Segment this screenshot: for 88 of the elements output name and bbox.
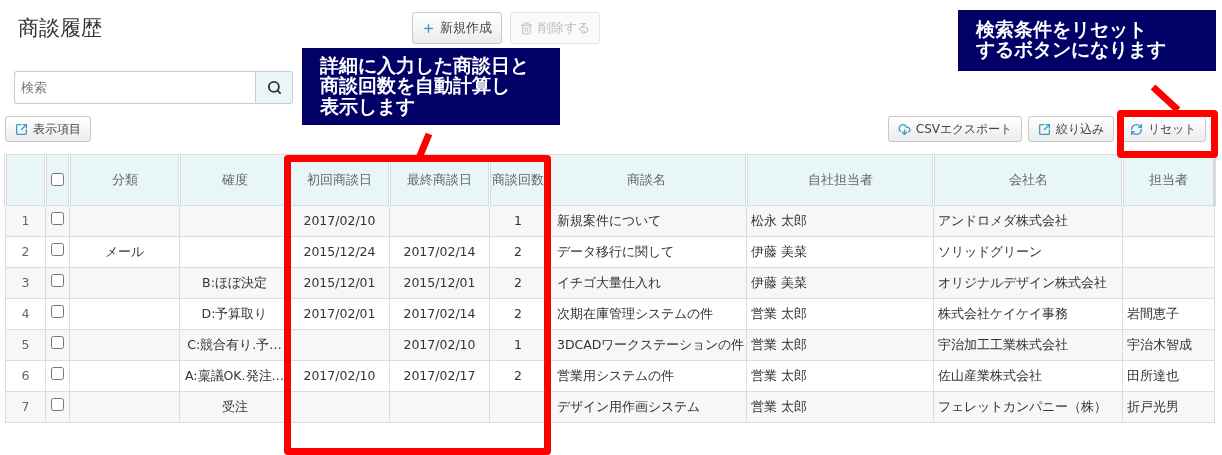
deal-name-cell: 3DCADワークステーションの件 [557,337,745,352]
first-date-cell: 2015/12/01 [303,275,376,290]
column-header[interactable]: 商談名 [546,154,747,206]
row-checkbox[interactable] [51,336,64,349]
certainty-cell: B:ほぼ決定 [202,275,267,290]
staff-name-cell: 営業 太郎 [751,368,807,383]
last-date-cell: 2017/02/17 [403,368,476,383]
company-name-cell: 佐山産業株式会社 [938,368,1042,383]
row-checkbox[interactable] [51,305,64,318]
row-checkbox[interactable] [51,243,64,256]
trash-icon [520,21,533,35]
leader-line [416,134,432,158]
certainty-cell: D:予算取り [201,306,268,321]
row-checkbox[interactable] [51,212,64,225]
first-date-cell: 2015/12/24 [303,244,376,259]
callout-text: するボタンになります [976,40,1166,61]
company-name-cell: 株式会社ケイケイ事務 [938,306,1068,321]
row-checkbox[interactable] [51,367,64,380]
toolbar-button[interactable]: 絞り込み [1028,116,1114,142]
callout-text: 表示します [320,96,415,118]
row-number: 7 [5,391,46,423]
deal-name-cell: 次期在庫管理システムの件 [557,306,713,321]
contact-name-cell: 折戸光男 [1127,399,1179,414]
leader-line [1150,84,1180,112]
certainty-cell: 受注 [221,399,248,414]
contact-name-cell: 宇治木智成 [1127,337,1192,352]
first-date-cell: 2017/02/01 [303,306,376,321]
action-button[interactable]: 新規作成 [412,12,502,44]
certainty-cell: A:稟議OK.発注… [184,368,285,383]
staff-name-cell: 営業 太郎 [751,337,807,352]
column-header[interactable]: 会社名 [933,154,1123,206]
last-date-cell: 2017/02/10 [403,337,476,352]
company-name-cell: オリジナルデザイン株式会社 [938,275,1107,290]
callout-text: 詳細に入力した商談日と [320,56,529,77]
count-cell: 1 [514,213,522,228]
staff-name-cell: 営業 太郎 [751,306,807,321]
count-cell: 2 [514,368,522,383]
row-number: 3 [5,267,46,299]
deal-name-cell: 新規案件について [557,213,661,228]
category-cell: メール [105,244,144,259]
staff-name-cell: 営業 太郎 [751,399,807,414]
count-cell: 2 [514,306,522,321]
deal-name-cell: イチゴ大量仕入れ [557,275,661,290]
search-field[interactable]: 検索 [14,71,255,104]
row-number: 6 [5,360,46,392]
deal-name-cell: 営業用システムの件 [557,368,674,383]
plus-icon [422,21,435,35]
contact-name-cell: 岩間恵子 [1127,306,1179,321]
last-date-cell: 2017/02/14 [403,244,476,259]
deal-name-cell: データ移行に関して [557,244,674,259]
callout-text: 検索条件をリセット [976,20,1147,40]
count-cell: 2 [514,275,522,290]
deal-name-cell: デザイン用作画システム [557,399,700,414]
company-name-cell: フェレットカンパニー（株） [938,399,1107,414]
row-checkbox[interactable] [51,274,64,287]
last-date-cell: 2015/12/01 [403,275,476,290]
row-checkbox[interactable] [51,398,64,411]
column-header[interactable]: 確度 [179,154,290,206]
first-date-cell: 2017/02/10 [303,368,376,383]
refresh-icon [1130,122,1143,136]
column-header[interactable]: 分類 [69,154,180,206]
column-header[interactable]: 自社担当者 [746,154,934,206]
company-name-cell: アンドロメダ株式会社 [938,213,1068,228]
staff-name-cell: 伊藤 美菜 [751,275,807,290]
company-name-cell: 宇治加工工業株式会社 [938,337,1068,352]
row-number: 4 [5,298,46,330]
row-number: 1 [5,205,46,237]
select-all-checkbox[interactable] [51,173,64,186]
search-icon [266,80,282,95]
staff-name-cell: 伊藤 美菜 [751,244,807,259]
staff-name-cell: 松永 太郎 [751,213,807,228]
contact-name-cell: 田所達也 [1127,368,1179,383]
count-cell: 2 [514,244,522,259]
columns-button[interactable]: 表示項目 [5,116,91,142]
external-link-icon [15,122,28,136]
row-number: 5 [5,329,46,361]
row-number: 2 [5,236,46,268]
external-link-icon [1038,122,1051,136]
callout-text: 商談回数を自動計算し [320,76,510,97]
search-button[interactable] [255,71,293,104]
certainty-cell: C:競合有り.予… [187,337,282,352]
first-date-cell: 2017/02/10 [303,213,376,228]
toolbar-button[interactable]: CSVエクスポート [887,116,1022,142]
cloud-download-icon [897,122,911,136]
company-name-cell: ソリッドグリーン [938,244,1042,259]
last-date-cell: 2017/02/14 [403,306,476,321]
page-title: 商談履歴 [18,15,103,42]
count-cell: 1 [514,337,522,352]
